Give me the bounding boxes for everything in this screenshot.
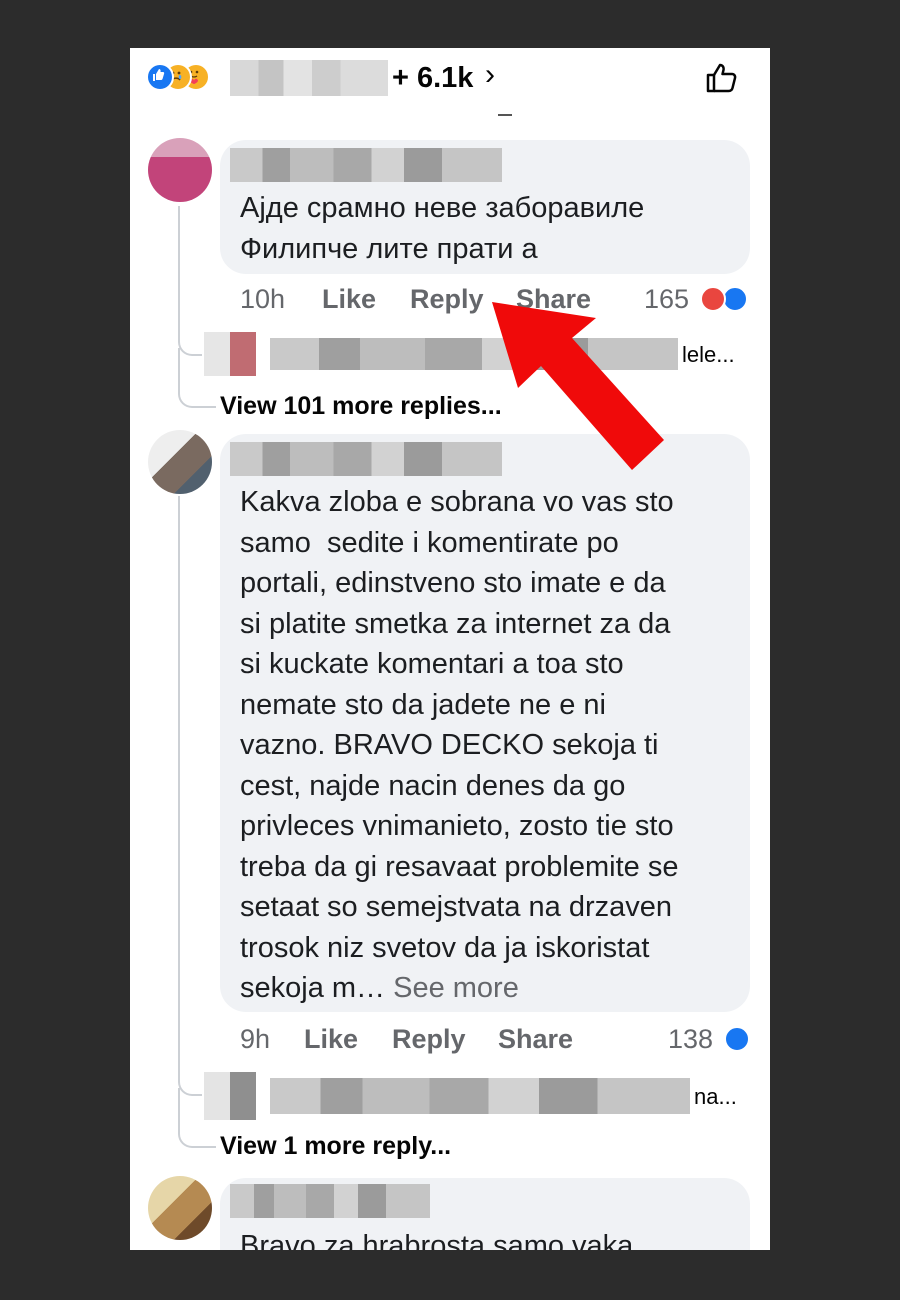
comment-bubble: Kakva zloba e sobrana vo vas sto samo se… xyxy=(220,434,750,1012)
avatar[interactable] xyxy=(148,430,212,494)
thread-connector xyxy=(178,206,180,326)
comment-timestamp[interactable]: 9h xyxy=(240,1024,270,1055)
reply-preview-blurred[interactable] xyxy=(270,1078,690,1114)
reply-preview-text[interactable]: na... xyxy=(694,1084,737,1110)
reply-avatar-blurred[interactable] xyxy=(204,332,256,376)
comment-timestamp[interactable]: 10h xyxy=(240,284,285,315)
comment-bubble: Ајде срамно неве заборавиле Филипче лите… xyxy=(220,140,750,274)
comment-body: Kakva zloba e sobrana vo vas sto samo se… xyxy=(240,486,679,1004)
comment-reaction-count[interactable]: 138 xyxy=(668,1024,713,1055)
view-more-replies-link[interactable]: View 101 more replies... xyxy=(220,392,502,421)
scroll-remnant-mark xyxy=(498,106,512,116)
like-button[interactable]: Like xyxy=(304,1024,358,1055)
angry-icon xyxy=(700,286,726,312)
avatar[interactable] xyxy=(148,138,212,202)
comment-text: Bravo za hrabrosta samo vaka xyxy=(240,1230,634,1250)
commenter-name-blurred[interactable] xyxy=(230,148,502,182)
comment-section-screen: + 6.1k › Ајде срамно неве заборавиле Фил… xyxy=(130,48,770,1250)
see-more-link[interactable]: See more xyxy=(393,972,519,1004)
comment-bubble: Bravo za hrabrosta samo vaka xyxy=(220,1178,750,1250)
thumbs-up-outline-icon[interactable] xyxy=(704,60,740,96)
share-button[interactable]: Share xyxy=(498,1024,573,1055)
reply-avatar-blurred[interactable] xyxy=(204,1072,256,1120)
thread-connector xyxy=(178,496,180,1066)
reply-button[interactable]: Reply xyxy=(392,1024,466,1055)
reply-preview-text[interactable]: lele... xyxy=(682,342,735,368)
comment-text: Ајде срамно неве заборавиле Филипче лите… xyxy=(240,192,645,265)
reply-button[interactable]: Reply xyxy=(410,284,484,315)
avatar[interactable] xyxy=(148,1176,212,1240)
like-icon xyxy=(724,1026,750,1052)
view-more-replies-link[interactable]: View 1 more reply... xyxy=(220,1132,451,1161)
reactors-names-blurred xyxy=(230,60,388,96)
commenter-name-blurred[interactable] xyxy=(230,442,502,476)
reaction-summary-bar[interactable]: + 6.1k › xyxy=(130,48,770,116)
comment-reaction-count[interactable]: 165 xyxy=(644,284,689,315)
chevron-right-icon[interactable]: › xyxy=(485,58,495,92)
commenter-name-blurred[interactable] xyxy=(230,1184,430,1218)
like-button[interactable]: Like xyxy=(322,284,376,315)
reaction-total-count[interactable]: + 6.1k xyxy=(392,62,473,95)
like-icon xyxy=(146,63,174,91)
comment-text: Kakva zloba e sobrana vo vas sto samo se… xyxy=(240,482,678,1009)
reply-preview-blurred[interactable] xyxy=(270,338,678,370)
share-button[interactable]: Share xyxy=(516,284,591,315)
